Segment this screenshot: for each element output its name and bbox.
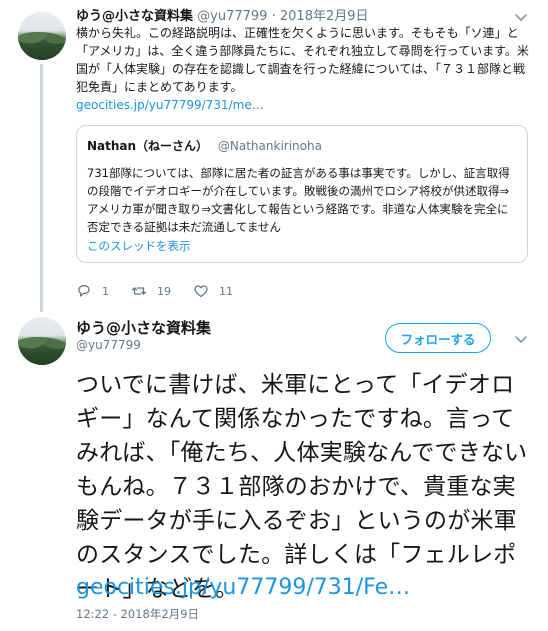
quoted-tweet-text: 731部隊については、部隊に居た者の証言がある事は事実です。しかし、証言取得の段… — [87, 166, 510, 234]
reply-count: 1 — [102, 284, 109, 298]
avatar[interactable] — [18, 12, 66, 60]
user-name[interactable]: ゆう@小さな資料集 — [76, 318, 211, 338]
quoted-user-name: Nathan（ねーさん） — [87, 139, 209, 153]
reply-icon — [78, 285, 90, 297]
reply-button[interactable]: 1 — [76, 283, 109, 299]
follow-button[interactable]: フォローする — [385, 323, 491, 353]
like-button[interactable]: 11 — [193, 283, 233, 299]
tweet-link[interactable]: geocities.jp/yu77799/731/Fe… — [76, 574, 410, 602]
user-handle[interactable]: @yu77799 — [76, 338, 141, 352]
thread-connector-line — [40, 64, 43, 312]
retweet-button[interactable]: 19 — [131, 283, 171, 299]
quoted-user-handle: @Nathankirinoha — [217, 139, 322, 153]
tweet-timestamp[interactable]: 12:22 - 2018年2月9日 — [76, 606, 199, 622]
tweet-text: 横から失礼。この経路説明は、正確性を欠くように思います。そもそも「ソ連」と「アメ… — [76, 26, 529, 94]
retweet-icon — [131, 287, 147, 295]
context-tweet[interactable]: ゆう@小さな資料集 @yu77799 · 2018年2月9日 横から失礼。この経… — [0, 0, 548, 312]
avatar[interactable] — [18, 317, 66, 365]
user-handle[interactable]: @yu77799 — [197, 9, 267, 24]
quoted-tweet-header: Nathan（ねーさん） @Nathankirinoha — [87, 138, 322, 154]
chevron-down-icon[interactable] — [512, 330, 530, 348]
retweet-count: 19 — [157, 284, 171, 298]
separator-dot: · — [271, 9, 276, 24]
tweet-actions: 1 19 11 — [76, 282, 255, 300]
tweet-date[interactable]: 2018年2月9日 — [280, 9, 369, 24]
like-count: 11 — [219, 284, 233, 298]
main-tweet: ゆう@小さな資料集 @yu77799 フォローする ついでに書けば、米軍にとって… — [0, 312, 548, 631]
user-name[interactable]: ゆう@小さな資料集 — [76, 9, 193, 24]
tweet-link[interactable]: geocities.jp/yu77799/731/me… — [76, 97, 264, 113]
tweet-text: ついでに書けば、米軍にとって「イデオロギー」なんて関係なかったですね。言ってみれ… — [76, 372, 528, 602]
like-icon — [194, 285, 208, 298]
quoted-tweet-card[interactable]: Nathan（ねーさん） @Nathankirinoha 731部隊については、… — [76, 125, 528, 263]
show-thread-link[interactable]: このスレッドを表示 — [87, 238, 191, 254]
